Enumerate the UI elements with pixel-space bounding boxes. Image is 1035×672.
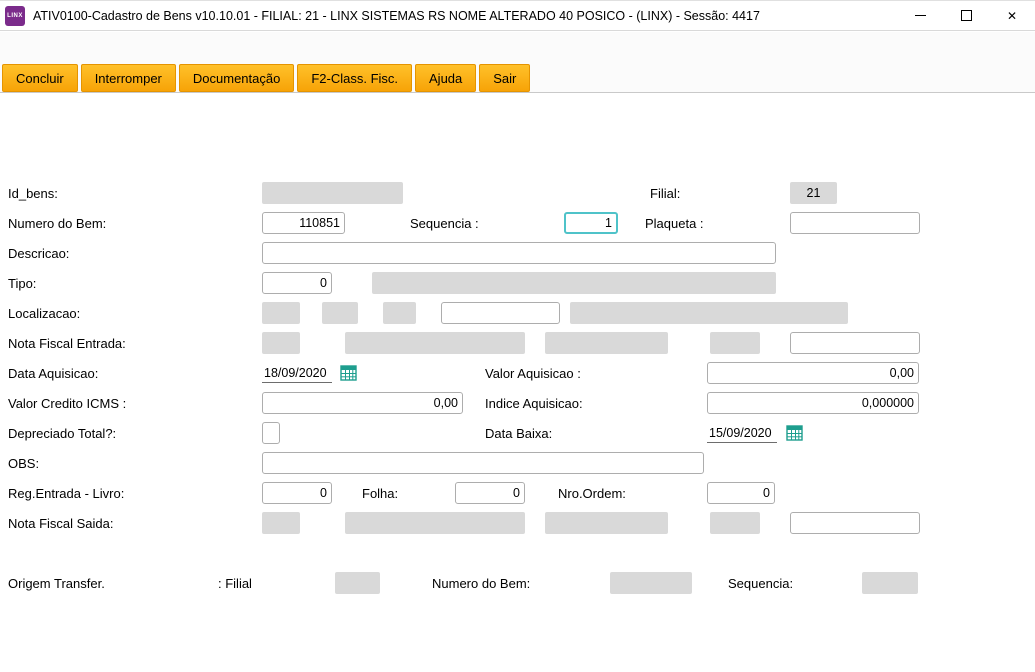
nf-saida-field-4 <box>710 512 760 534</box>
data-baixa-input[interactable] <box>707 423 777 443</box>
localizacao-field-3 <box>383 302 416 324</box>
minimize-icon <box>914 15 926 16</box>
minimize-button[interactable] <box>897 1 943 30</box>
linx-logo-text: LINX <box>7 12 23 19</box>
indice-aquisicao-input[interactable] <box>707 392 919 414</box>
nro-ordem-input[interactable] <box>707 482 775 504</box>
interromper-button[interactable]: Interromper <box>80 64 176 92</box>
data-aquisicao-calendar-icon[interactable] <box>340 364 357 381</box>
data-baixa-calendar-icon[interactable] <box>786 424 803 441</box>
nf-entrada-field-4 <box>710 332 760 354</box>
data-aquisicao-label: Data Aquisicao: <box>8 366 99 381</box>
valor-credito-icms-label: Valor Credito ICMS : <box>8 396 127 411</box>
nf-saida-input[interactable] <box>790 512 920 534</box>
indice-aquisicao-label: Indice Aquisicao: <box>485 396 583 411</box>
valor-credito-icms-input[interactable] <box>262 392 463 414</box>
folha-label: Folha: <box>362 486 399 501</box>
numero-bem-label: Numero do Bem: <box>8 216 107 231</box>
data-baixa-label: Data Baixa: <box>485 426 553 441</box>
valor-aquisicao-label: Valor Aquisicao : <box>485 366 581 381</box>
depreciado-total-label: Depreciado Total?: <box>8 426 117 441</box>
numero-bem-input[interactable] <box>262 212 345 234</box>
origem-filial-label: : Filial <box>218 576 252 591</box>
descricao-input[interactable] <box>262 242 776 264</box>
origem-numero-bem-field <box>610 572 692 594</box>
origem-numero-bem-label: Numero do Bem: <box>432 576 531 591</box>
sequencia-input[interactable] <box>564 212 618 234</box>
maximize-button[interactable] <box>943 1 989 30</box>
origem-transfer-label: Origem Transfer. <box>8 576 105 591</box>
obs-input[interactable] <box>262 452 704 474</box>
reg-entrada-livro-label: Reg.Entrada - Livro: <box>8 486 125 501</box>
plaqueta-input[interactable] <box>790 212 920 234</box>
origem-filial-field <box>335 572 380 594</box>
id-bens-label: Id_bens: <box>8 186 58 201</box>
localizacao-label: Localizacao: <box>8 306 81 321</box>
tipo-input[interactable] <box>262 272 332 294</box>
tipo-label: Tipo: <box>8 276 37 291</box>
origem-sequencia-label: Sequencia: <box>728 576 794 591</box>
nf-saida-field-1 <box>262 512 300 534</box>
documentacao-button[interactable]: Documentação <box>178 64 295 92</box>
close-icon: ✕ <box>1006 8 1018 23</box>
nf-entrada-input[interactable] <box>790 332 920 354</box>
localizacao-descricao-field <box>570 302 848 324</box>
sequencia-label: Sequencia : <box>410 216 479 231</box>
filial-label: Filial: <box>650 186 681 201</box>
depreciado-total-input[interactable] <box>262 422 280 444</box>
window-title: ATIV0100-Cadastro de Bens v10.10.01 - FI… <box>33 8 760 23</box>
f2-class-fisc-button[interactable]: F2-Class. Fisc. <box>297 64 413 92</box>
nf-entrada-field-2 <box>345 332 525 354</box>
concluir-button[interactable]: Concluir <box>2 64 78 92</box>
app-window: LINX ATIV0100-Cadastro de Bens v10.10.01… <box>0 0 1035 672</box>
tipo-descricao-field <box>372 272 776 294</box>
nf-entrada-label: Nota Fiscal Entrada: <box>8 336 126 351</box>
filial-field: 21 <box>790 182 837 204</box>
descricao-label: Descricao: <box>8 246 70 261</box>
localizacao-field-2 <box>322 302 358 324</box>
maximize-icon <box>960 10 972 21</box>
nf-entrada-field-1 <box>262 332 300 354</box>
localizacao-field-1 <box>262 302 300 324</box>
close-button[interactable]: ✕ <box>989 1 1035 30</box>
ajuda-button[interactable]: Ajuda <box>415 64 477 92</box>
nf-saida-label: Nota Fiscal Saida: <box>8 516 114 531</box>
data-aquisicao-input[interactable] <box>262 363 332 383</box>
localizacao-input[interactable] <box>441 302 560 324</box>
reg-entrada-livro-input[interactable] <box>262 482 332 504</box>
nf-saida-field-3 <box>545 512 668 534</box>
sair-button[interactable]: Sair <box>479 64 531 92</box>
obs-label: OBS: <box>8 456 40 471</box>
nf-saida-field-2 <box>345 512 525 534</box>
window-controls: ✕ <box>897 1 1035 30</box>
folha-input[interactable] <box>455 482 525 504</box>
nf-entrada-field-3 <box>545 332 668 354</box>
toolbar: Concluir Interromper Documentação F2-Cla… <box>0 32 1035 93</box>
plaqueta-label: Plaqueta : <box>645 216 704 231</box>
id-bens-field <box>262 182 403 204</box>
origem-sequencia-field <box>862 572 918 594</box>
nro-ordem-label: Nro.Ordem: <box>558 486 626 501</box>
titlebar: LINX ATIV0100-Cadastro de Bens v10.10.01… <box>0 1 1035 31</box>
linx-logo-icon: LINX <box>5 5 25 26</box>
valor-aquisicao-input[interactable] <box>707 362 919 384</box>
